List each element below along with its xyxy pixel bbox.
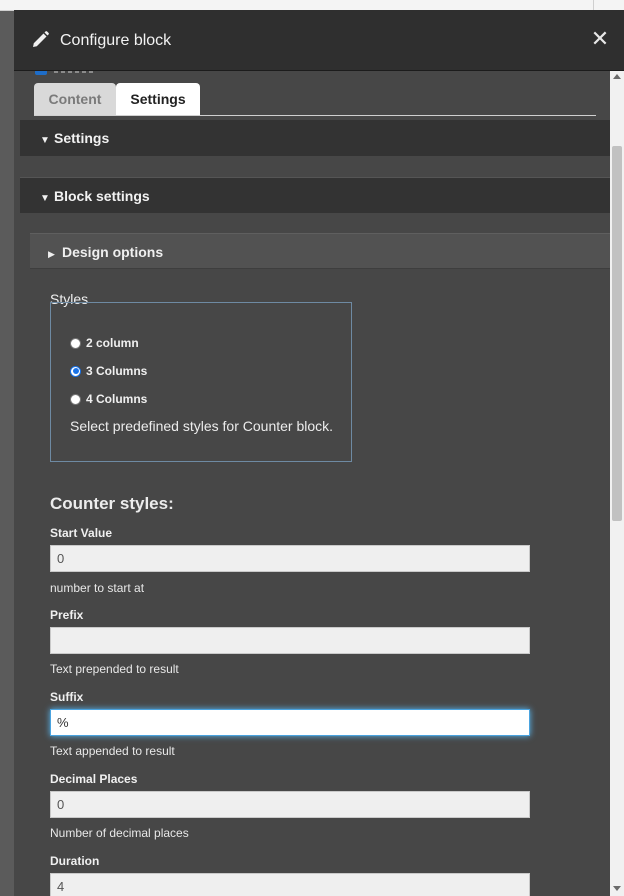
duration-input[interactable] <box>50 873 530 896</box>
dialog-title: Configure block <box>60 32 172 49</box>
suffix-input[interactable] <box>50 709 530 736</box>
section-design-options-header[interactable]: ▶ Design options <box>30 233 610 269</box>
decimal-places-help: Number of decimal places <box>50 826 189 840</box>
scrollbar-thumb[interactable] <box>612 146 622 521</box>
section-settings-label: Settings <box>54 130 110 146</box>
tabs-divider <box>34 115 596 116</box>
decimal-places-input[interactable] <box>50 791 530 818</box>
page-background-strip <box>0 0 14 896</box>
styles-description: Select predefined styles for Counter blo… <box>70 418 334 434</box>
section-design-options-label: Design options <box>62 244 164 260</box>
scroll-down-icon[interactable] <box>613 886 621 891</box>
close-icon[interactable]: ✕ <box>590 28 610 50</box>
suffix-help: Text appended to result <box>50 744 175 758</box>
decimal-places-label: Decimal Places <box>50 772 138 786</box>
start-value-help: number to start at <box>50 581 145 595</box>
radio-label: 2 column <box>86 336 139 350</box>
triangle-down-icon: ▼ <box>40 135 50 146</box>
prefix-input[interactable] <box>50 627 530 654</box>
prefix-help: Text prepended to result <box>50 662 179 676</box>
scroll-up-icon[interactable] <box>613 74 621 79</box>
counter-styles-heading: Counter styles: <box>50 494 174 513</box>
radio-button[interactable] <box>70 393 81 405</box>
section-block-settings-label: Block settings <box>54 188 150 204</box>
section-block-settings-header[interactable]: ▼ Block settings <box>20 177 610 213</box>
suffix-label: Suffix <box>50 690 84 704</box>
radio-3-columns[interactable]: 3 Columns <box>70 364 147 378</box>
styles-radio-group: 2 column 3 Columns 4 Columns Select pred… <box>50 302 352 462</box>
configure-block-dialog: Configure block ✕ Content Settings ▼ Sett… <box>14 10 624 896</box>
pencil-icon <box>33 31 49 47</box>
partial-label <box>54 71 94 73</box>
duration-label: Duration <box>50 854 100 868</box>
triangle-right-icon: ▶ <box>48 249 55 259</box>
tab-content[interactable]: Content <box>34 83 116 115</box>
radio-button[interactable] <box>70 365 81 377</box>
section-settings-header[interactable]: ▼ Settings <box>20 120 610 156</box>
start-value-label: Start Value <box>50 526 113 540</box>
radio-label: 4 Columns <box>86 392 148 406</box>
divider <box>593 0 594 10</box>
radio-label: 3 Columns <box>86 364 148 378</box>
partial-checkbox <box>35 71 47 75</box>
radio-button[interactable] <box>70 337 81 349</box>
radio-4-columns[interactable]: 4 Columns <box>70 392 147 406</box>
vertical-scrollbar[interactable] <box>610 71 624 896</box>
start-value-input[interactable] <box>50 545 530 572</box>
tab-settings[interactable]: Settings <box>116 83 200 115</box>
dialog-titlebar: Configure block ✕ <box>14 10 624 71</box>
radio-2-column[interactable]: 2 column <box>70 336 139 350</box>
dialog-content: Content Settings ▼ Settings ▼ Block settin… <box>14 71 610 896</box>
prefix-label: Prefix <box>50 608 84 622</box>
triangle-down-icon: ▼ <box>40 193 50 204</box>
